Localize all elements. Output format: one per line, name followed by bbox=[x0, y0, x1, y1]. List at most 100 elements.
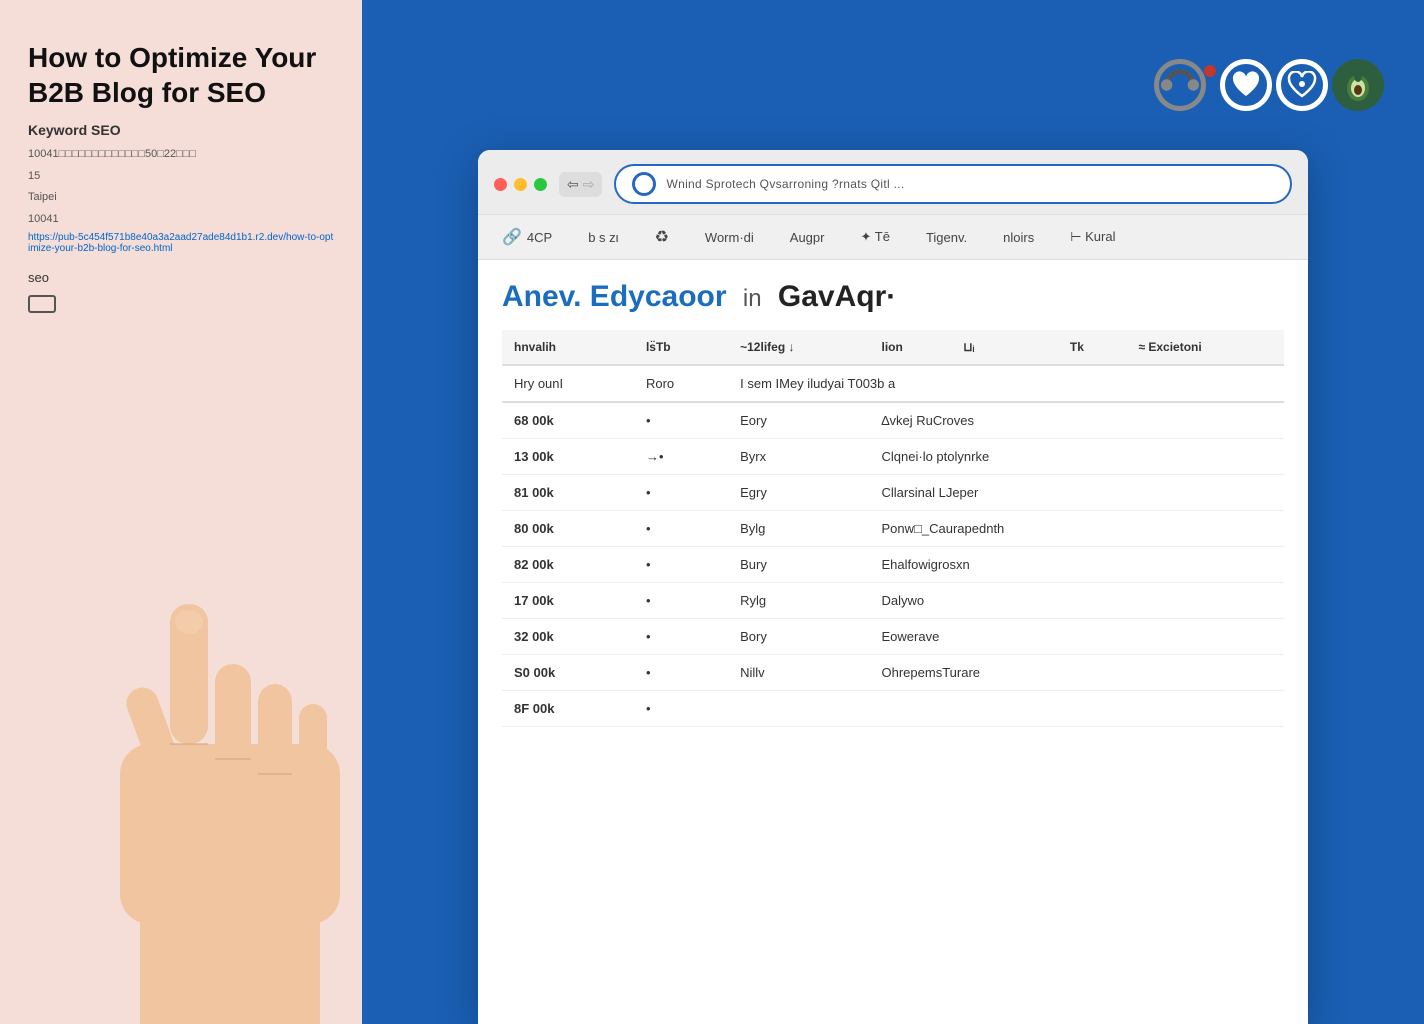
td-num-2: 81 00k bbox=[502, 475, 634, 511]
nav-buttons[interactable]: ⇦ ⇨ bbox=[559, 172, 602, 197]
browser-chrome: ⇦ ⇨ Wnind Sprotech Qvsarroning ?rnats Qi… bbox=[478, 150, 1308, 215]
main-area: ⇦ ⇨ Wnind Sprotech Qvsarroning ?rnats Qi… bbox=[362, 0, 1424, 1024]
td-arrow-0: • bbox=[634, 402, 728, 439]
td-arrow-5: • bbox=[634, 583, 728, 619]
th-12lifeg: ~12lifeg ↓ bbox=[728, 330, 869, 365]
toolbar-label-te: ✦ Tē bbox=[860, 229, 889, 245]
td-col2-6: Bory bbox=[728, 619, 869, 655]
toolbar-item-0[interactable]: 🔗 4CP bbox=[494, 223, 560, 251]
subrow-col1: Hry ounI bbox=[502, 365, 634, 402]
td-num-8: 8F 00k bbox=[502, 691, 634, 727]
toolbar-icon-0: 🔗 bbox=[502, 227, 522, 247]
deco-icon-2 bbox=[1220, 59, 1272, 111]
deco-red-dot bbox=[1204, 65, 1216, 77]
td-num-1: 13 00k bbox=[502, 439, 634, 475]
td-arrow-6: • bbox=[634, 619, 728, 655]
td-arrow-2: • bbox=[634, 475, 728, 511]
hand-illustration bbox=[0, 574, 360, 1024]
td-col2-4: Bury bbox=[728, 547, 869, 583]
tl-red[interactable] bbox=[494, 178, 507, 191]
toolbar-label-augpr: Augpr bbox=[790, 230, 825, 245]
deco-icon-3 bbox=[1276, 59, 1328, 111]
url-bar[interactable]: Wnind Sprotech Qvsarroning ?rnats Qitl .… bbox=[614, 164, 1292, 204]
toolbar-item-te[interactable]: ✦ Tē bbox=[852, 225, 897, 249]
th-lstb: ls̈Tb bbox=[634, 330, 728, 365]
deco-icons bbox=[1154, 59, 1384, 111]
sidebar-meta-line3: Taipei bbox=[28, 189, 334, 207]
td-col3-2: Cllarsinal LJeper bbox=[870, 475, 1284, 511]
table-row: 81 00k • Egry Cllarsinal LJeper bbox=[502, 475, 1284, 511]
toolbar-item-augpr[interactable]: Augpr bbox=[782, 226, 833, 249]
td-col2-1: Byrx bbox=[728, 439, 869, 475]
content-title-part3: GavAqr· bbox=[778, 280, 896, 313]
toolbar-item-kural[interactable]: ⊢ Kural bbox=[1062, 225, 1123, 249]
sidebar-meta-line1: 10041□□□□□□□□□□□□□50□22□□□ bbox=[28, 146, 334, 164]
td-num-5: 17 00k bbox=[502, 583, 634, 619]
deco-icon-avocado bbox=[1332, 59, 1384, 111]
toolbar-icon-2: ♻ bbox=[655, 227, 669, 247]
toolbar-label-kural: ⊢ Kural bbox=[1070, 229, 1115, 245]
toolbar-label-nloirs: nloirs bbox=[1003, 230, 1034, 245]
data-table: hnvalih ls̈Tb ~12lifeg ↓ lion ⊔ᵢ Tk ≈ Ex… bbox=[502, 330, 1284, 727]
td-col3-6: Eowerave bbox=[870, 619, 1284, 655]
table-header-row: hnvalih ls̈Tb ~12lifeg ↓ lion ⊔ᵢ Tk ≈ Ex… bbox=[502, 330, 1284, 365]
table-row: 13 00k →• Byrx Clqnei·lo ptolynrke bbox=[502, 439, 1284, 475]
subrow-col3: I sem IMey iludyai T003b a bbox=[728, 365, 1284, 402]
td-num-4: 82 00k bbox=[502, 547, 634, 583]
browser-content: Anev. Edycaoor in GavAqr· hnvalih ls̈Tb … bbox=[478, 260, 1308, 1024]
toolbar-item-worm[interactable]: Worm·di bbox=[697, 226, 762, 249]
toolbar-item-2[interactable]: ♻ bbox=[647, 223, 677, 251]
browser-toolbar: 🔗 4CP b s zι ♻ Worm·di Augpr ✦ Tē Tigenv… bbox=[478, 215, 1308, 260]
toolbar-label-1: b s zι bbox=[588, 230, 618, 245]
traffic-lights bbox=[494, 178, 547, 191]
table-row: 8F 00k • bbox=[502, 691, 1284, 727]
th-excietoni: ≈ Excietoni bbox=[1126, 330, 1284, 365]
subrow-col2: Roro bbox=[634, 365, 728, 402]
toolbar-item-tigenv[interactable]: Tigenv. bbox=[918, 226, 975, 249]
th-lion: lion bbox=[870, 330, 952, 365]
td-col2-7: Nillv bbox=[728, 655, 869, 691]
sidebar-meta-line4: 10041 bbox=[28, 211, 334, 229]
toolbar-label-0: 4CP bbox=[527, 230, 552, 245]
nav-forward-icon[interactable]: ⇨ bbox=[583, 176, 595, 193]
content-title-part1: Anev. Edycaoor bbox=[502, 280, 727, 313]
deco-icon-1 bbox=[1154, 59, 1206, 111]
td-col3-0: ∆vkej RuCroves bbox=[870, 402, 1284, 439]
sidebar-url[interactable]: https://pub-5c454f571b8e40a3a2aad27ade84… bbox=[28, 232, 334, 254]
toolbar-item-nloirs[interactable]: nloirs bbox=[995, 226, 1042, 249]
toolbar-label-tigenv: Tigenv. bbox=[926, 230, 967, 245]
td-num-6: 32 00k bbox=[502, 619, 634, 655]
td-col3-4: Ehalfowigrosxn bbox=[870, 547, 1284, 583]
top-bar bbox=[362, 0, 1424, 170]
td-arrow-7: • bbox=[634, 655, 728, 691]
th-box: ⊔ᵢ bbox=[951, 330, 1014, 365]
th-empty bbox=[1015, 330, 1058, 365]
sidebar-title: How to Optimize Your B2B Blog for SEO bbox=[28, 40, 334, 110]
sidebar-meta-line2: 15 bbox=[28, 168, 334, 186]
content-title-part2: in bbox=[743, 285, 762, 312]
td-arrow-3: • bbox=[634, 511, 728, 547]
td-arrow-8: • bbox=[634, 691, 728, 727]
table-subheader-row: Hry ounI Roro I sem IMey iludyai T003b a bbox=[502, 365, 1284, 402]
toolbar-item-1[interactable]: b s zι bbox=[580, 226, 626, 249]
sidebar-tag: seo bbox=[28, 270, 334, 285]
td-num-7: S0 00k bbox=[502, 655, 634, 691]
sidebar-icon bbox=[28, 295, 56, 313]
td-col2-3: Bylg bbox=[728, 511, 869, 547]
table-row: 80 00k • Bylg Ponw□_Caurapednth bbox=[502, 511, 1284, 547]
table-row: 32 00k • Bory Eowerave bbox=[502, 619, 1284, 655]
tl-green[interactable] bbox=[534, 178, 547, 191]
table-row: S0 00k • Nillv OhrepemsTurare bbox=[502, 655, 1284, 691]
url-circle-icon bbox=[632, 172, 656, 196]
td-col2-0: Eory bbox=[728, 402, 869, 439]
tl-yellow[interactable] bbox=[514, 178, 527, 191]
content-title: Anev. Edycaoor in GavAqr· bbox=[502, 280, 1284, 314]
sidebar: How to Optimize Your B2B Blog for SEO Ke… bbox=[0, 0, 362, 1024]
toolbar-label-worm: Worm·di bbox=[705, 230, 754, 245]
table-row: 68 00k • Eory ∆vkej RuCroves bbox=[502, 402, 1284, 439]
td-col3-3: Ponw□_Caurapednth bbox=[870, 511, 1284, 547]
th-tk: Tk bbox=[1058, 330, 1127, 365]
nav-back-icon[interactable]: ⇦ bbox=[567, 176, 579, 193]
td-num-0: 68 00k bbox=[502, 402, 634, 439]
browser-window: ⇦ ⇨ Wnind Sprotech Qvsarroning ?rnats Qi… bbox=[478, 150, 1308, 1024]
